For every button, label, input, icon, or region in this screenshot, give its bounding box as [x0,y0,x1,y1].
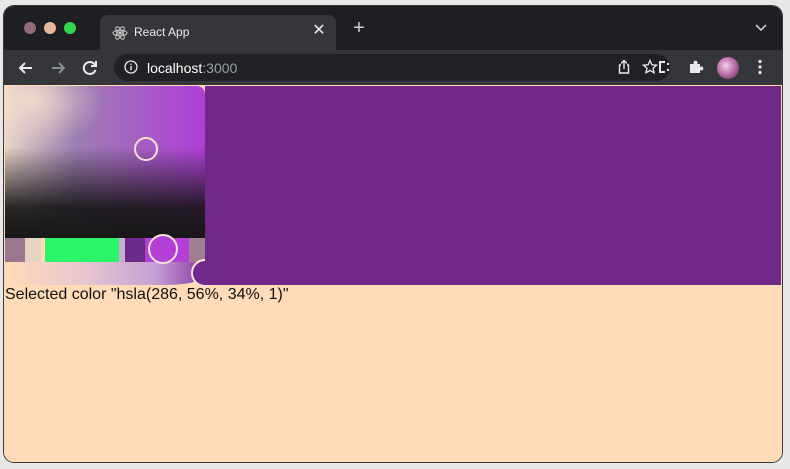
tab-title: React App [134,25,190,39]
zoom-window-button[interactable] [64,22,76,34]
selected-color-label: Selected color "hsla(286, 56%, 34%, 1)" [5,286,289,303]
close-window-button[interactable] [24,22,36,34]
forward-arrow-icon[interactable] [48,58,68,78]
saturation-highlight [5,86,105,146]
saturation-handle[interactable] [134,137,158,161]
color-preview [205,86,781,285]
puzzle-icon[interactable] [686,57,706,77]
browser-toolbar: localhost:3000 [4,50,782,85]
url-text[interactable]: localhost:3000 [147,60,237,76]
reload-icon[interactable] [80,58,100,78]
share-icon[interactable] [616,59,632,75]
url-port: :3000 [202,60,238,76]
info-icon[interactable] [124,60,138,74]
saturation-area[interactable] [5,86,205,238]
chevron-down-icon[interactable] [754,20,768,34]
close-tab-icon[interactable]: ✕ [310,22,328,40]
page-viewport: Selected color "hsla(286, 56%, 34%, 1)" [4,85,782,462]
minimize-window-button[interactable] [44,22,56,34]
tab-react-app[interactable]: React App ✕ [100,15,336,50]
profile-avatar[interactable] [717,57,739,79]
title-bar: React App ✕ + [4,6,782,50]
extension-c-icon[interactable] [654,57,674,77]
back-arrow-icon[interactable] [16,58,36,78]
address-bar[interactable]: localhost:3000 [114,54,670,81]
browser-window: React App ✕ + localhost:3000 Selected co… [4,6,782,462]
kebab-menu-icon[interactable] [750,57,770,77]
url-host: localhost [147,60,203,76]
react-atom-icon [112,26,128,40]
new-tab-button[interactable]: + [348,17,370,39]
color-picker [5,86,781,287]
hue-handle[interactable] [148,234,178,264]
alpha-slider[interactable] [5,262,205,285]
